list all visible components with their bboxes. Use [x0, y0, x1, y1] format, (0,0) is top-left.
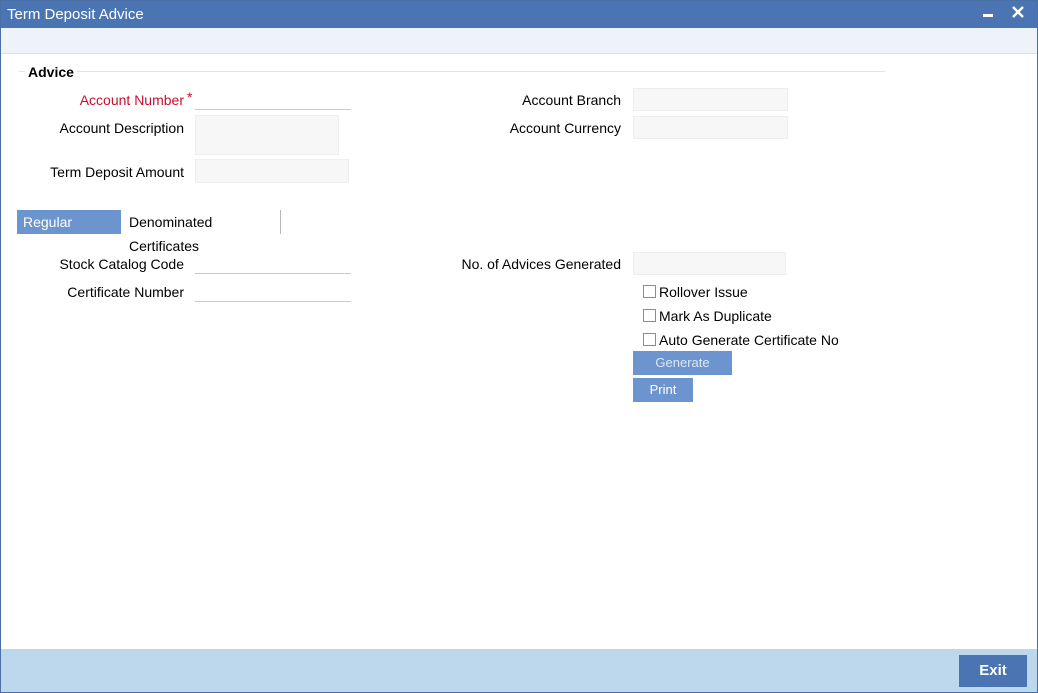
certificate-number-label: Certificate Number: [67, 284, 184, 300]
account-branch-field[interactable]: [633, 88, 788, 111]
tab-separator: [280, 210, 281, 234]
toolbar-strip: [1, 28, 1037, 54]
advices-generated-label: No. of Advices Generated: [461, 256, 621, 272]
mark-as-duplicate-label: Mark As Duplicate: [659, 308, 772, 324]
account-number-input[interactable]: [195, 87, 351, 110]
generate-button[interactable]: Generate: [633, 351, 732, 375]
rollover-issue-checkbox[interactable]: [643, 285, 656, 298]
account-number-label: Account Number: [79, 92, 184, 108]
title-bar: Term Deposit Advice: [1, 1, 1037, 28]
footer-bar: Exit: [1, 649, 1037, 692]
auto-generate-certificate-checkbox[interactable]: [643, 333, 656, 346]
mark-as-duplicate-checkbox[interactable]: [643, 309, 656, 322]
account-branch-label: Account Branch: [522, 92, 621, 108]
window-title: Term Deposit Advice: [7, 6, 144, 23]
close-icon[interactable]: [1007, 1, 1029, 28]
section-divider-left: [19, 71, 25, 72]
tab-regular-deposit[interactable]: Regular Deposit: [17, 210, 121, 254]
minimize-icon[interactable]: [977, 1, 999, 28]
rollover-issue-label: Rollover Issue: [659, 284, 748, 300]
account-currency-label: Account Currency: [509, 120, 621, 136]
term-deposit-amount-field[interactable]: [195, 159, 349, 183]
stock-catalog-code-input[interactable]: [195, 251, 351, 274]
term-deposit-advice-window: Term Deposit Advice Advice Account Numbe…: [0, 0, 1038, 693]
advices-generated-field[interactable]: [633, 252, 786, 275]
stock-catalog-code-label: Stock Catalog Code: [59, 256, 184, 272]
account-currency-field[interactable]: [633, 116, 788, 139]
account-description-field[interactable]: [195, 115, 339, 155]
auto-generate-certificate-label: Auto Generate Certificate No: [659, 332, 839, 348]
tab-denominated-certificates[interactable]: Denominated Certificates: [123, 210, 280, 254]
account-description-label: Account Description: [59, 120, 184, 136]
term-deposit-amount-label: Term Deposit Amount: [50, 164, 184, 180]
required-marker: *: [187, 89, 193, 105]
section-divider: [77, 71, 885, 72]
certificate-number-input[interactable]: [195, 279, 351, 302]
exit-button[interactable]: Exit: [959, 655, 1027, 687]
print-button[interactable]: Print: [633, 378, 693, 402]
section-title-advice: Advice: [28, 64, 74, 80]
